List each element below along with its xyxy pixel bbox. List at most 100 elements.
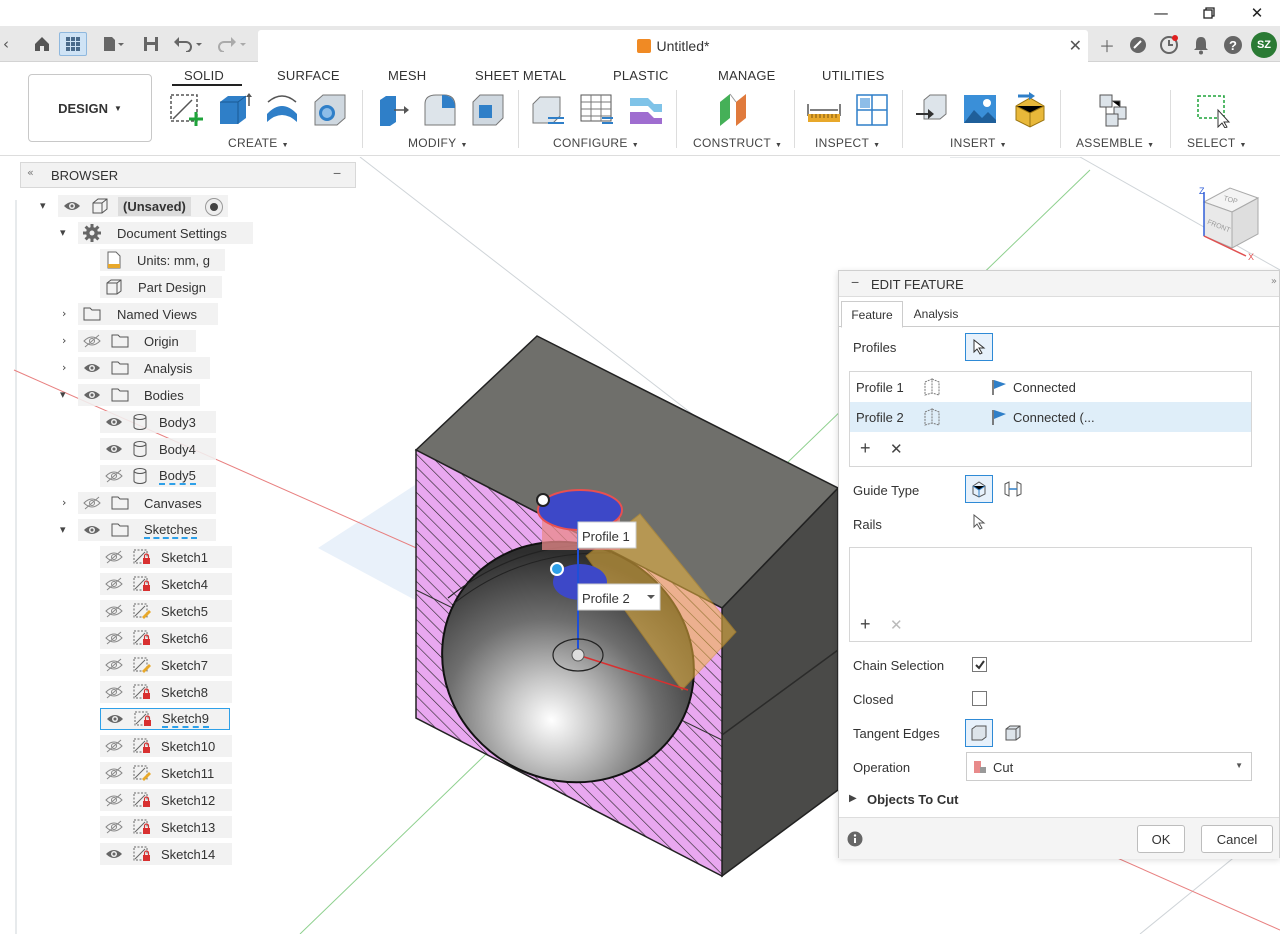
tree-body-item[interactable]: Body4 — [100, 438, 216, 460]
job-status-icon[interactable] — [1158, 34, 1180, 56]
group-construct[interactable]: CONSTRUCT ▼ — [693, 136, 782, 150]
remove-rail-icon[interactable]: ✕ — [890, 616, 903, 634]
profile1-label[interactable]: Profile 1 — [577, 521, 637, 549]
press-pull-icon[interactable] — [374, 92, 410, 128]
eye-hidden-icon[interactable] — [105, 658, 123, 672]
eye-hidden-icon[interactable] — [105, 577, 123, 591]
insert-canvas-icon[interactable] — [962, 92, 998, 128]
workspace-switcher[interactable]: DESIGN ▼ — [28, 74, 152, 142]
eye-hidden-icon[interactable] — [105, 685, 123, 699]
ok-button[interactable]: OK — [1137, 825, 1185, 853]
undo-button[interactable] — [170, 32, 206, 56]
profile-shape-icon[interactable] — [922, 378, 942, 396]
chevron-down-icon[interactable]: ▾ — [60, 523, 66, 536]
tree-units[interactable]: Units: mm, g — [100, 249, 225, 271]
configure-icon[interactable] — [530, 92, 566, 128]
tree-origin[interactable]: Origin — [78, 330, 196, 352]
tree-sketch-item[interactable]: Sketch5 — [100, 600, 232, 622]
eye-icon[interactable] — [83, 523, 101, 537]
new-component-icon[interactable] — [1096, 92, 1132, 128]
add-profile-icon[interactable]: + — [860, 438, 871, 459]
tree-document-settings[interactable]: Document Settings — [78, 222, 253, 244]
expand-dialog-icon[interactable]: » — [1271, 276, 1277, 287]
hole-icon[interactable] — [312, 92, 348, 128]
save-button[interactable] — [140, 32, 162, 56]
group-create[interactable]: CREATE ▼ — [228, 136, 289, 150]
new-tab-icon[interactable]: ＋ — [1096, 34, 1118, 56]
tree-sketch-item[interactable]: Sketch9 — [100, 708, 230, 730]
back-chevron-icon[interactable]: ‹ — [0, 32, 12, 56]
section-analysis-icon[interactable] — [854, 92, 890, 128]
document-tab[interactable]: Untitled* ✕ — [258, 30, 1088, 62]
tab-solid[interactable]: SOLID — [184, 68, 224, 83]
user-avatar[interactable]: SZ — [1251, 32, 1277, 58]
eye-hidden-icon[interactable] — [105, 820, 123, 834]
tree-sketch-item[interactable]: Sketch11 — [100, 762, 232, 784]
eye-hidden-icon[interactable] — [105, 766, 123, 780]
tab-feature[interactable]: Feature — [841, 301, 903, 328]
tree-sketch-item[interactable]: Sketch10 — [100, 735, 232, 757]
tree-analysis[interactable]: Analysis — [78, 357, 210, 379]
connection-flag-icon[interactable] — [990, 378, 1008, 396]
eye-hidden-icon[interactable] — [105, 604, 123, 618]
eye-icon[interactable] — [83, 361, 101, 375]
measure-icon[interactable] — [806, 92, 842, 128]
restore-button[interactable] — [1186, 0, 1232, 26]
eye-icon[interactable] — [106, 712, 124, 726]
extrude-icon[interactable] — [216, 92, 252, 128]
eye-hidden-icon[interactable] — [105, 793, 123, 807]
connection-flag-icon[interactable] — [990, 408, 1008, 426]
chevron-down-icon[interactable]: ▾ — [40, 199, 46, 212]
tab-utilities[interactable]: UTILITIES — [822, 68, 884, 83]
group-configure[interactable]: CONFIGURE ▼ — [553, 136, 639, 150]
close-window-button[interactable]: ✕ — [1234, 0, 1280, 26]
guide-type-rails-button[interactable] — [965, 475, 993, 503]
insert-derive-icon[interactable] — [914, 92, 950, 128]
minimize-button[interactable]: — — [1138, 0, 1184, 26]
closed-checkbox[interactable] — [972, 691, 987, 706]
tree-body-item[interactable]: Body5 — [100, 465, 216, 487]
tree-sketch-item[interactable]: Sketch13 — [100, 816, 232, 838]
collapse-dialog-icon[interactable]: − — [851, 274, 859, 290]
eye-hidden-icon[interactable] — [83, 496, 101, 510]
tree-bodies[interactable]: Bodies — [78, 384, 200, 406]
eye-icon[interactable] — [105, 442, 123, 456]
configure-rule-icon[interactable] — [628, 92, 664, 128]
eye-hidden-icon[interactable] — [105, 469, 123, 483]
activate-component-radio[interactable] — [205, 198, 223, 216]
redo-button[interactable] — [214, 32, 250, 56]
operation-select[interactable]: Cut ▼ — [966, 752, 1252, 781]
group-modify[interactable]: MODIFY ▼ — [408, 136, 468, 150]
expand-triangle-icon[interactable]: ▶ — [849, 793, 857, 804]
chevron-down-icon[interactable]: ▾ — [60, 388, 66, 401]
revolve-icon[interactable] — [264, 92, 300, 128]
tangent-edges-merge-button[interactable] — [965, 719, 993, 747]
view-cube[interactable]: TOP FRONT Z X — [1196, 180, 1266, 260]
browser-panel-header[interactable]: « BROWSER − — [20, 162, 356, 188]
cancel-button[interactable]: Cancel — [1201, 825, 1273, 853]
info-icon[interactable] — [847, 831, 863, 847]
remove-profile-icon[interactable]: ✕ — [890, 440, 903, 458]
eye-hidden-icon[interactable] — [105, 739, 123, 753]
eye-hidden-icon[interactable] — [105, 631, 123, 645]
tree-sketch-item[interactable]: Sketch8 — [100, 681, 232, 703]
notifications-bell-icon[interactable] — [1190, 34, 1212, 56]
extensions-icon[interactable] — [1127, 34, 1149, 56]
profile-shape-icon[interactable] — [922, 408, 942, 426]
tab-plastic[interactable]: PLASTIC — [613, 68, 669, 83]
tangent-edges-keep-button[interactable] — [999, 719, 1027, 747]
create-sketch-icon[interactable] — [168, 92, 204, 128]
group-assemble[interactable]: ASSEMBLE ▼ — [1076, 136, 1154, 150]
tab-analysis[interactable]: Analysis — [905, 301, 967, 327]
data-panel-button[interactable] — [59, 32, 87, 56]
rails-select-button[interactable] — [969, 511, 989, 533]
tree-sketch-item[interactable]: Sketch7 — [100, 654, 232, 676]
tree-root[interactable]: (Unsaved) — [58, 195, 228, 217]
chevron-right-icon[interactable]: › — [62, 334, 66, 347]
profile-row[interactable]: Profile 2 Connected (... — [850, 402, 1251, 432]
group-insert[interactable]: INSERT ▼ — [950, 136, 1007, 150]
tree-sketch-item[interactable]: Sketch14 — [100, 843, 232, 865]
eye-icon[interactable] — [105, 847, 123, 861]
tree-sketch-item[interactable]: Sketch6 — [100, 627, 232, 649]
close-tab-icon[interactable]: ✕ — [1069, 36, 1082, 55]
